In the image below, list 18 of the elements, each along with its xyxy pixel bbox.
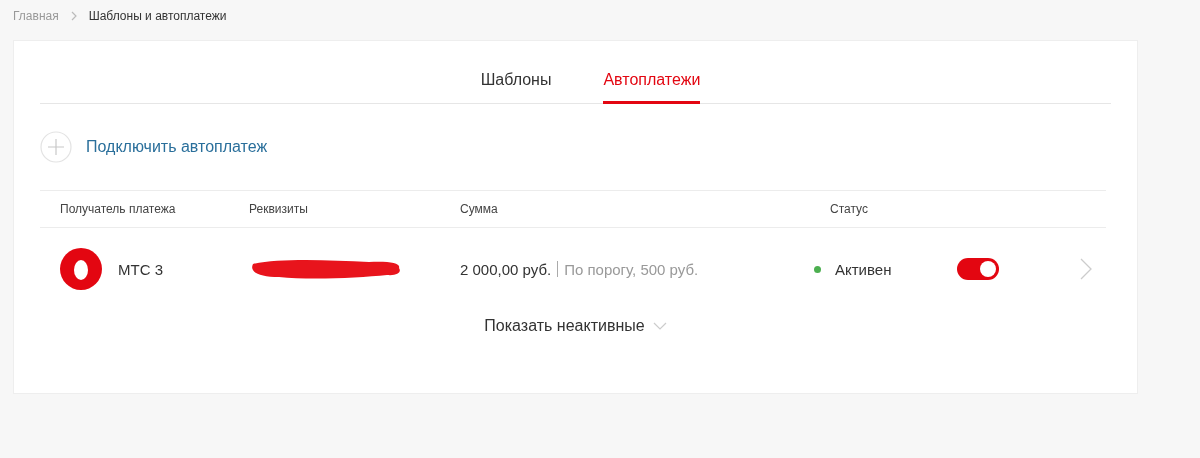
- tab[interactable]: Автоплатежи: [603, 65, 701, 104]
- recipient-name: МТС 3: [118, 260, 163, 278]
- column-header: Статус: [829, 202, 869, 216]
- column-header: Сумма: [460, 202, 499, 216]
- column-header: Получатель платежа: [60, 202, 177, 216]
- toggle-switch[interactable]: [957, 258, 999, 280]
- tab[interactable]: Шаблоны: [480, 65, 552, 104]
- operator-logo-icon: [60, 248, 102, 290]
- condition-text: По порогу, 500 руб.: [564, 260, 699, 278]
- breadcrumb-link[interactable]: Шаблоны и автоплатежи: [88, 9, 227, 23]
- status-text: Активен: [835, 260, 892, 278]
- amount-text: 2 000,00 руб.: [460, 260, 552, 278]
- chevron-down-icon: [652, 322, 667, 330]
- connect-autopayment-link[interactable]: Подключить автоплатеж: [86, 138, 268, 156]
- plus-circle-icon[interactable]: [40, 131, 72, 163]
- chevron-right-icon[interactable]: [1080, 258, 1092, 280]
- chevron-right-icon: [70, 11, 77, 21]
- column-header: Реквизиты: [249, 202, 309, 216]
